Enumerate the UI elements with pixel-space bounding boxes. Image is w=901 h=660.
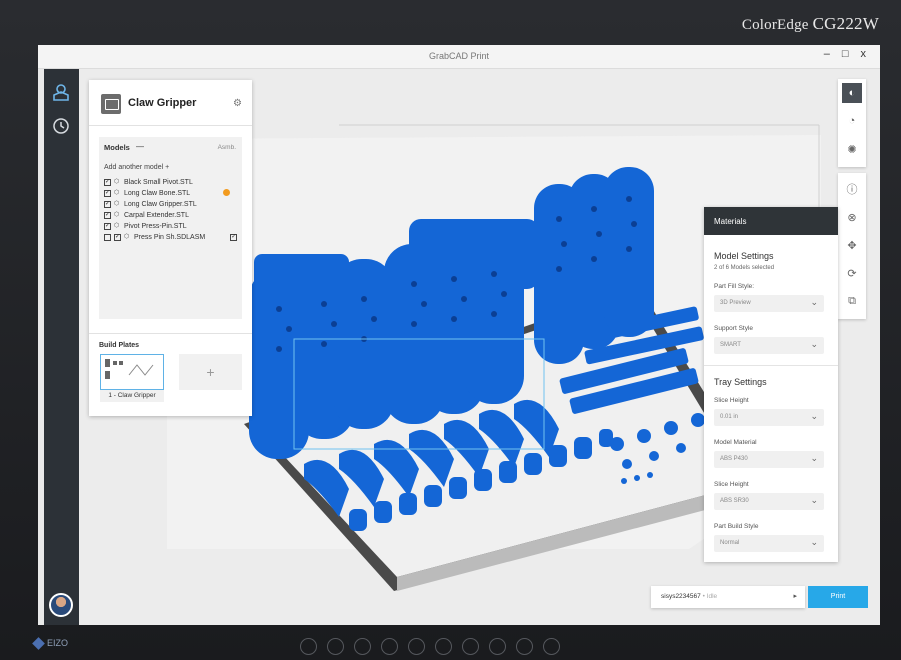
avatar[interactable] xyxy=(49,593,73,617)
printer-selector[interactable]: sisys2234567 • Idle ▸ xyxy=(651,586,805,608)
part-fill-label: Part Fill Style: xyxy=(714,283,755,290)
build-plate-label: 1 - Claw Gripper xyxy=(100,390,164,402)
bezel-button xyxy=(489,638,506,655)
plus-icon: + xyxy=(165,164,170,171)
monitor-brand: ColorEdge CG222W xyxy=(741,14,879,33)
checkbox-icon[interactable]: ✓ xyxy=(104,222,111,230)
bezel-button xyxy=(354,638,371,655)
printer-status: Idle xyxy=(706,593,718,600)
support-material-label: Slice Height xyxy=(714,481,749,488)
warning-icon xyxy=(223,189,230,196)
project-panel: Claw Gripper ⚙ Models — Asmb. Add anothe… xyxy=(89,80,252,416)
add-build-plate-button[interactable]: + xyxy=(179,354,242,390)
assembly-icon: ⬡ xyxy=(124,234,130,240)
model-icon: ⬡ xyxy=(114,223,120,229)
support-style-label: Support Style xyxy=(714,325,754,332)
window-title: GrabCAD Print xyxy=(428,51,490,61)
part-fill-select[interactable]: 3D Preview xyxy=(714,295,824,312)
close-button[interactable]: x xyxy=(861,48,867,60)
info-icon[interactable]: ⓘ xyxy=(842,179,862,199)
list-item[interactable]: ✓ ⬡ Pivot Press-Pin.STL xyxy=(104,221,187,231)
build-style-label: Part Build Style xyxy=(714,523,759,530)
history-clock-icon[interactable] xyxy=(51,116,71,136)
print-button[interactable]: Print xyxy=(808,586,868,608)
support-material-select[interactable]: ABS SR30 xyxy=(714,493,824,510)
slice-height-label: Slice Height xyxy=(714,397,749,404)
build-style-select[interactable]: Normal xyxy=(714,535,824,552)
model-material-label: Model Material xyxy=(714,439,757,446)
project-name: Claw Gripper xyxy=(128,97,197,109)
checkbox-icon[interactable]: ✓ xyxy=(104,178,111,186)
mesh-icon[interactable]: ✺ xyxy=(842,139,862,159)
model-icon: ⬡ xyxy=(114,201,120,207)
model-material-select[interactable]: ABS P430 xyxy=(714,451,824,468)
bezel-button xyxy=(408,638,425,655)
checkbox-icon[interactable] xyxy=(104,233,111,241)
bezel-button xyxy=(516,638,533,655)
printer-id: sisys2234567 xyxy=(661,593,701,600)
model-icon: ⬡ xyxy=(114,190,120,196)
slice-height-select[interactable]: 0.01 in xyxy=(714,409,824,426)
checkbox-icon[interactable]: ✓ xyxy=(104,200,111,208)
model-settings-title: Model Settings xyxy=(714,251,774,261)
list-item[interactable]: ✓ ⬡ Long Claw Gripper.STL xyxy=(104,199,197,209)
bezel-button xyxy=(327,638,344,655)
add-model-button[interactable]: Add another model + xyxy=(104,164,169,171)
material-icon[interactable]: ⊗ xyxy=(842,207,862,227)
bezel-logo: EIZO xyxy=(32,637,80,652)
chevron-right-icon: ▸ xyxy=(793,593,797,600)
list-item[interactable]: ✓ ⬡ Press Pin Sh.SDLASM ✓ xyxy=(104,232,238,242)
selection-count: 2 of 6 Models selected xyxy=(714,265,775,271)
build-plate-thumbnail[interactable] xyxy=(100,354,164,390)
monitor-bezel: ColorEdge CG222W EIZO GrabCAD Print – □ … xyxy=(0,0,901,660)
model-icon: ⬡ xyxy=(114,179,120,185)
project-header: Claw Gripper ⚙ xyxy=(89,80,252,126)
assembly-label: Asmb. xyxy=(217,144,236,151)
user-cube-icon[interactable] xyxy=(51,83,71,103)
collapse-icon[interactable]: — xyxy=(136,142,144,151)
bezel-button xyxy=(543,638,560,655)
orbit-icon[interactable]: ◔ xyxy=(842,111,862,131)
bezel-button xyxy=(300,638,317,655)
checkbox-icon[interactable]: ✓ xyxy=(230,233,238,241)
app-window: GrabCAD Print – □ x Claw Gripper ⚙ Model… xyxy=(38,45,880,625)
support-style-select[interactable]: SMART xyxy=(714,337,824,354)
materials-panel: Materials Model Settings 2 of 6 Models s… xyxy=(704,207,838,562)
rotate-icon[interactable]: ⟳ xyxy=(842,263,862,283)
list-item[interactable]: ✓ ⬡ Black Small Pivot.STL xyxy=(104,177,193,187)
materials-title: Materials xyxy=(704,207,838,235)
title-bar: GrabCAD Print – □ x xyxy=(38,45,880,69)
model-icon: ⬡ xyxy=(114,212,120,218)
bezel-buttons xyxy=(300,638,560,655)
tray-settings-title: Tray Settings xyxy=(714,377,767,387)
bezel-button xyxy=(435,638,452,655)
move-icon[interactable]: ✥ xyxy=(842,235,862,255)
list-item[interactable]: ✓ ⬡ Long Claw Bone.STL xyxy=(104,188,190,198)
gear-icon[interactable]: ⚙ xyxy=(233,98,242,109)
checkbox-icon[interactable]: ✓ xyxy=(114,233,121,241)
scale-icon[interactable]: ⧉ xyxy=(842,291,862,311)
bezel-button xyxy=(381,638,398,655)
nav-rail xyxy=(44,69,79,625)
list-item[interactable]: ✓ ⬡ Carpal Extender.STL xyxy=(104,210,189,220)
checkbox-icon[interactable]: ✓ xyxy=(104,211,111,219)
maximize-button[interactable]: □ xyxy=(842,48,849,60)
models-header: Models xyxy=(104,143,130,152)
checkbox-icon[interactable]: ✓ xyxy=(104,189,111,197)
bezel-button xyxy=(462,638,479,655)
models-list: Models — Asmb. Add another model + ✓ ⬡ Bla… xyxy=(99,137,242,319)
build-plates-title: Build Plates xyxy=(99,342,140,349)
minimize-button[interactable]: – xyxy=(824,48,830,60)
view-cube-icon[interactable]: ◐ xyxy=(842,83,862,103)
folder-icon xyxy=(101,94,121,114)
